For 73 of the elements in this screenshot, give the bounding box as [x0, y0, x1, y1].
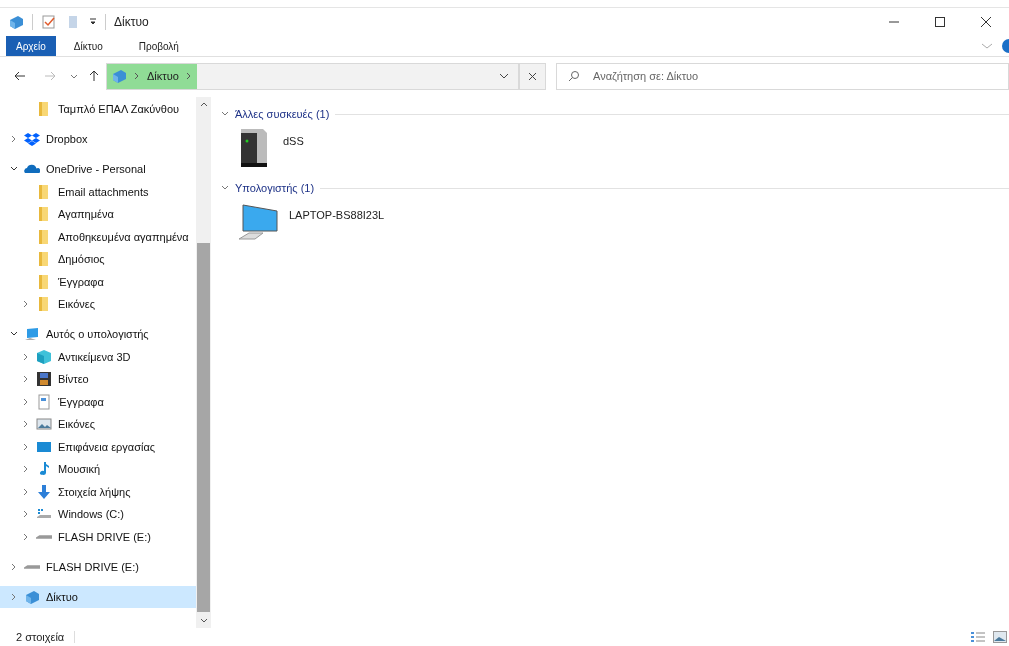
download-icon: [36, 483, 52, 500]
drive-icon: [24, 564, 40, 569]
network-item[interactable]: LAPTOP-BS88I23L: [221, 197, 421, 253]
search-field[interactable]: Αναζήτηση σε: Δίκτυο: [556, 62, 1009, 90]
nav-item[interactable]: Dropbox: [0, 128, 196, 151]
breadcrumb-chevron-icon[interactable]: [184, 72, 193, 80]
up-arrow-icon[interactable]: [88, 70, 100, 82]
ribbon-tab[interactable]: Δίκτυο: [63, 36, 113, 56]
ribbon-tab[interactable]: Προβολή: [128, 36, 189, 56]
nav-item[interactable]: Δημόσιος: [0, 248, 196, 271]
nav-item[interactable]: Μουσική: [0, 458, 196, 481]
nav-item[interactable]: Αντικείμενα 3D: [0, 345, 196, 368]
network-item[interactable]: dSS: [221, 123, 421, 179]
nav-item[interactable]: Στοιχεία λήψης: [0, 480, 196, 503]
window-title: Δίκτυο: [114, 14, 149, 31]
scroll-down-icon[interactable]: [199, 616, 208, 624]
network-icon: [111, 68, 127, 84]
group-header[interactable]: Υπολογιστής (1): [235, 179, 315, 197]
scroll-up-icon[interactable]: [199, 101, 208, 109]
help-icon[interactable]: [1001, 39, 1009, 53]
nav-item[interactable]: Εικόνες: [0, 413, 196, 436]
address-bar[interactable]: Δίκτυο: [106, 62, 519, 90]
expand-chevron-icon[interactable]: [22, 375, 30, 384]
expand-chevron-icon[interactable]: [22, 510, 30, 519]
recent-chevron-icon[interactable]: [70, 72, 78, 80]
nav-item[interactable]: Αυτός ο υπολογιστής: [0, 323, 196, 346]
details-view-icon[interactable]: [971, 631, 985, 643]
close-icon[interactable]: [528, 71, 537, 81]
nav-item[interactable]: OneDrive - Personal: [0, 158, 196, 181]
cube-icon: [36, 348, 52, 365]
dropdown-icon[interactable]: [89, 18, 97, 26]
network-icon: [8, 14, 24, 30]
network-icon: [24, 588, 40, 605]
computer-icon: [24, 326, 40, 343]
expand-chevron-icon[interactable]: [22, 532, 30, 541]
nav-item[interactable]: Βίντεο: [0, 368, 196, 391]
back-arrow-icon[interactable]: [14, 70, 26, 82]
breadcrumb-chevron-icon[interactable]: [133, 72, 141, 80]
nav-item[interactable]: FLASH DRIVE (E:): [0, 525, 196, 548]
properties-icon[interactable]: [41, 14, 57, 30]
film-icon: [36, 371, 52, 388]
nav-item[interactable]: Αγαπημένα: [0, 203, 196, 226]
expand-chevron-icon[interactable]: [22, 397, 30, 406]
ribbon-tab[interactable]: Αρχείο: [6, 36, 56, 56]
document-icon: [36, 393, 52, 410]
scrollbar[interactable]: [196, 97, 211, 628]
nav-item[interactable]: Επιφάνεια εργασίας: [0, 435, 196, 458]
dropbox-icon: [24, 131, 40, 148]
expand-chevron-icon[interactable]: [10, 592, 18, 601]
search-icon: [568, 70, 580, 82]
nav-item[interactable]: Εικόνες: [0, 293, 196, 316]
nav-item[interactable]: Ταμπλό ΕΠΑΛ Ζακύνθου: [0, 98, 196, 121]
nav-item[interactable]: Έγγραφα: [0, 390, 196, 413]
nav-item[interactable]: Αποθηκευμένα αγαπημένα: [0, 225, 196, 248]
nav-item[interactable]: FLASH DRIVE (E:): [0, 555, 196, 578]
nav-item[interactable]: Δίκτυο: [0, 585, 196, 608]
expand-chevron-icon[interactable]: [22, 487, 30, 496]
nav-item[interactable]: Έγγραφα: [0, 270, 196, 293]
expand-chevron-icon[interactable]: [10, 135, 18, 144]
nav-item[interactable]: Windows (C:): [0, 503, 196, 526]
image-icon: [36, 416, 52, 433]
group-header[interactable]: Άλλες συσκευές (1): [235, 105, 330, 123]
expand-chevron-icon[interactable]: [22, 465, 30, 474]
expand-chevron-icon[interactable]: [22, 300, 30, 309]
drive-icon: [36, 534, 52, 539]
expand-chevron-icon[interactable]: [22, 420, 30, 429]
item-count: 2 στοιχεία: [16, 629, 65, 645]
large-icons-view-icon[interactable]: [993, 631, 1007, 643]
expand-chevron-icon[interactable]: [22, 352, 30, 361]
nav-item[interactable]: Email attachments: [0, 180, 196, 203]
expand-chevron-icon[interactable]: [22, 442, 30, 451]
computer-icon: [237, 201, 279, 243]
expand-chevron-icon[interactable]: [10, 562, 18, 571]
